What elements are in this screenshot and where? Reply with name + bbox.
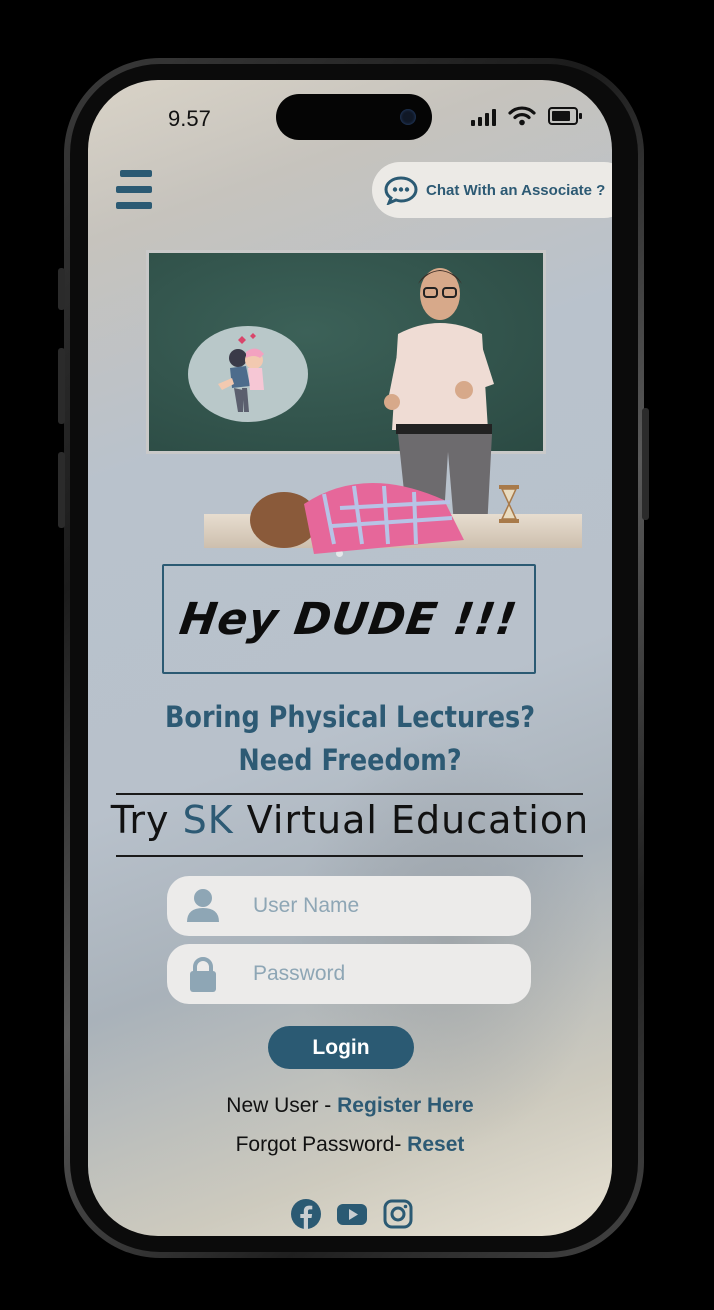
status-time: 9.57 — [168, 106, 211, 131]
power-button — [642, 408, 649, 520]
front-camera-icon — [400, 109, 416, 125]
password-input[interactable] — [251, 961, 495, 987]
youtube-icon[interactable] — [336, 1198, 368, 1230]
tagline-line2: Need Freedom? — [238, 743, 462, 777]
new-user-line: New User - Register Here — [88, 1094, 612, 1118]
status-icons — [471, 106, 582, 126]
couple-hugging-icon — [218, 333, 264, 412]
forgot-text: Forgot Password- — [235, 1133, 408, 1156]
greeting-box: Hey DUDE !!! — [162, 564, 536, 674]
volume-down-button — [58, 452, 65, 528]
reset-link[interactable]: Reset — [407, 1133, 464, 1156]
chat-bubble-icon — [384, 176, 418, 205]
sleeping-student-figure — [250, 482, 464, 554]
social-links — [290, 1198, 414, 1230]
try-suffix: Virtual Education — [233, 798, 590, 842]
divider-top — [116, 793, 583, 795]
register-link[interactable]: Register Here — [337, 1094, 474, 1117]
chat-with-associate-button[interactable]: Chat With an Associate ? — [372, 162, 612, 218]
hamburger-menu-icon[interactable] — [116, 170, 152, 210]
brand-sk: SK — [182, 798, 234, 842]
login-button[interactable]: Login — [268, 1026, 414, 1069]
chat-button-label: Chat With an Associate ? — [426, 181, 606, 199]
hourglass-icon — [499, 485, 519, 523]
cellular-signal-icon — [471, 108, 496, 126]
action-button — [58, 268, 65, 310]
volume-up-button — [58, 348, 65, 424]
instagram-icon[interactable] — [382, 1198, 414, 1230]
lock-icon — [190, 957, 216, 992]
try-headline: Try SK Virtual Education — [88, 798, 612, 842]
greeting-text: Hey DUDE !!! — [176, 593, 522, 645]
username-input[interactable] — [251, 893, 495, 919]
device-stage: 9.57 Chat With an Associate ? Hey DUDE !… — [0, 0, 714, 1310]
wifi-icon — [508, 106, 536, 126]
user-icon — [187, 889, 219, 922]
tagline-line1: Boring Physical Lectures? — [164, 700, 536, 734]
forgot-password-line: Forgot Password- Reset — [88, 1133, 612, 1157]
facebook-icon[interactable] — [290, 1198, 322, 1230]
divider-bottom — [116, 855, 583, 857]
app-screen: 9.57 Chat With an Associate ? Hey DUDE !… — [88, 80, 612, 1236]
password-field[interactable] — [167, 944, 531, 1004]
dynamic-island — [276, 94, 432, 140]
teacher-in-classroom-image — [144, 248, 584, 557]
battery-icon — [548, 107, 582, 125]
new-user-text: New User - — [226, 1094, 338, 1117]
thought-bubble — [188, 326, 308, 422]
username-field[interactable] — [167, 876, 531, 936]
try-prefix: Try — [110, 798, 183, 842]
